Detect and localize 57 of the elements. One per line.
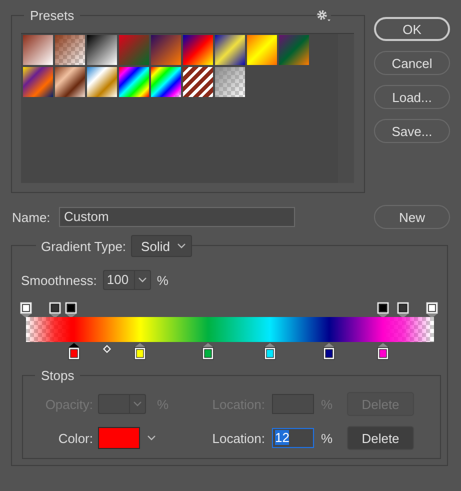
name-label: Name: xyxy=(12,210,52,224)
stops-title: Stops xyxy=(35,368,80,383)
dialog-button[interactable]: Save... xyxy=(374,119,450,143)
delete-button[interactable]: Delete xyxy=(347,426,414,450)
gradient-preset-swatch[interactable] xyxy=(119,67,149,97)
chevron-icon[interactable] xyxy=(147,435,156,441)
opacity-stop[interactable] xyxy=(377,302,389,318)
gradient-preset-swatch[interactable] xyxy=(119,35,149,65)
gradient-preset-swatch[interactable] xyxy=(279,35,309,65)
gradient-preset-swatch[interactable] xyxy=(247,35,277,65)
gradient-preset-swatch[interactable] xyxy=(55,35,85,65)
dialog-button[interactable]: Cancel xyxy=(374,51,450,75)
gradient-type-label: Gradient Type: xyxy=(36,238,132,254)
chevron-icon xyxy=(133,401,142,407)
percent-label: % xyxy=(157,396,170,412)
settings-icon[interactable] xyxy=(316,9,331,22)
chevron-icon xyxy=(176,243,186,249)
opacity-stop[interactable] xyxy=(64,302,77,318)
color-stop[interactable] xyxy=(264,342,276,360)
midpoint-diamond-icon[interactable] xyxy=(103,345,112,353)
color-label: Color: xyxy=(57,430,93,446)
smoothness-label: Smoothness: xyxy=(21,272,97,288)
opacity-stop[interactable] xyxy=(20,302,32,318)
opacity-stop[interactable] xyxy=(426,302,438,318)
color-stop[interactable] xyxy=(323,342,336,360)
gradient-bar[interactable] xyxy=(26,317,434,342)
color-stop[interactable] xyxy=(377,342,389,360)
presets-title: Presets xyxy=(24,8,80,23)
percent-label: % xyxy=(321,396,334,412)
opacity-stop[interactable] xyxy=(48,302,61,318)
gradient-preset-swatch[interactable] xyxy=(183,67,213,97)
gradient-preset-swatch[interactable] xyxy=(55,67,85,97)
gradient-preset-swatch[interactable] xyxy=(23,67,53,97)
gradient-preset-swatch[interactable] xyxy=(87,35,117,65)
gradient-preset-swatch[interactable] xyxy=(183,35,213,65)
gradient-preset-swatch[interactable] xyxy=(215,67,245,97)
color-stop[interactable] xyxy=(134,342,146,360)
chevron-icon xyxy=(138,277,147,283)
gradient-preset-swatch[interactable] xyxy=(151,67,181,97)
gradient-preset-swatch[interactable] xyxy=(151,35,181,65)
color-stop[interactable] xyxy=(68,342,80,360)
gradient-type-dropdown[interactable]: Solid xyxy=(131,235,192,257)
color-stop[interactable] xyxy=(202,342,214,360)
gradient-preset-swatch[interactable] xyxy=(87,67,117,97)
opacity-stop[interactable] xyxy=(397,302,410,318)
dialog-button[interactable]: Load... xyxy=(374,85,450,109)
gradient-preset-swatch[interactable] xyxy=(215,35,245,65)
location-field[interactable]: 12 xyxy=(272,428,314,448)
location-label: Location: xyxy=(211,430,265,446)
dialog-button[interactable]: OK xyxy=(374,17,450,41)
percent-label: % xyxy=(156,272,168,288)
gradient-preset-swatch[interactable] xyxy=(23,35,53,65)
color-swatch[interactable] xyxy=(98,427,140,449)
name-field[interactable]: Custom xyxy=(59,207,295,227)
new-button[interactable]: New xyxy=(374,205,450,229)
percent-label: % xyxy=(321,430,334,446)
smoothness-field[interactable]: 100 xyxy=(102,270,151,290)
